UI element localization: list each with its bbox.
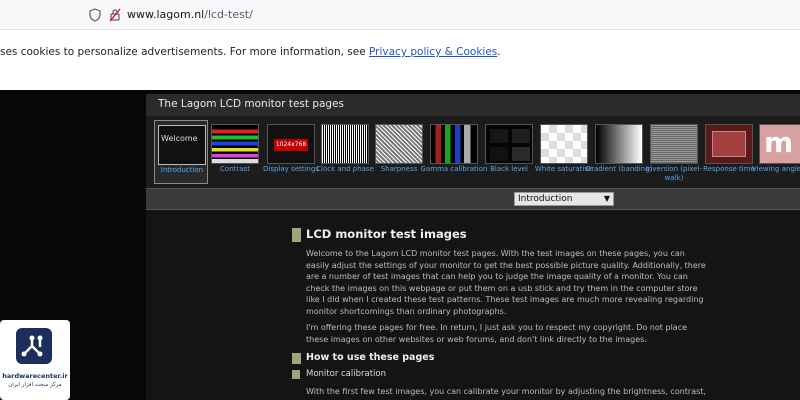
site-header: The Lagom LCD monitor test pages — [146, 94, 800, 116]
heading-how-to-use: How to use these pages — [292, 352, 434, 364]
page-body: The Lagom LCD monitor test pages Welcome… — [0, 90, 800, 400]
thumb-gamma-calibration[interactable]: Gamma calibration — [421, 120, 487, 184]
thumb-introduction[interactable]: Welcome Introduction — [154, 120, 208, 184]
thumb-black-level[interactable]: Black level — [482, 120, 536, 184]
thumb-text: m — [764, 126, 794, 159]
thumb-viewing-angle[interactable]: m Viewing angle — [752, 120, 800, 184]
copyright-paragraph: I'm offering these pages for free. In re… — [306, 323, 688, 344]
cookie-end: . — [497, 46, 501, 58]
thumb-white-saturation[interactable]: White saturation — [535, 120, 593, 184]
black-square — [512, 129, 530, 143]
thumb-image — [595, 124, 643, 164]
sub-sub-heading: Monitor calibration — [306, 369, 386, 379]
cookie-banner: ses cookies to personalize advertisement… — [0, 30, 800, 90]
insecure-lock-icon[interactable] — [109, 8, 121, 22]
heading-marker — [292, 353, 301, 364]
thumb-sharpness[interactable]: Sharpness — [372, 120, 426, 184]
main-content: LCD monitor test images Welcome to the L… — [292, 222, 706, 400]
site-title: The Lagom LCD monitor test pages — [158, 98, 345, 110]
calibration-paragraph: With the first few test images, you can … — [306, 387, 706, 396]
page-select[interactable]: Introduction ▼ — [514, 192, 614, 206]
thumb-image — [375, 124, 423, 164]
thumb-image — [650, 124, 698, 164]
thumb-display-settings[interactable]: 1024x768 Display settings — [263, 120, 319, 184]
site-container: The Lagom LCD monitor test pages Welcome… — [146, 94, 800, 400]
thumb-image — [211, 124, 259, 164]
url-host: www.lagom.nl — [127, 8, 205, 21]
thumb-label: Viewing angle — [752, 165, 800, 173]
heading-monitor-calibration: Monitor calibration — [292, 369, 386, 379]
thumb-image — [321, 124, 369, 164]
thumb-image — [705, 124, 753, 164]
response-square — [712, 131, 746, 157]
thumb-text: Welcome — [161, 134, 198, 143]
heading-marker — [292, 228, 301, 242]
url-path: /lcd-test/ — [204, 8, 253, 21]
heading-marker — [292, 370, 300, 379]
privacy-policy-link[interactable]: Privacy policy & Cookies — [369, 46, 497, 58]
watermark-subtitle: مرکز سخت افزار ایران — [8, 382, 62, 388]
sub-heading: How to use these pages — [306, 352, 435, 363]
circuit-logo-icon — [16, 328, 52, 364]
thumb-image: Welcome — [158, 125, 206, 165]
black-square — [490, 147, 508, 161]
watermark-name: hardwarecenter.ir — [2, 372, 68, 380]
chevron-down-icon: ▼ — [603, 194, 610, 203]
thumb-gradient[interactable]: Gradient (banding) — [586, 120, 652, 184]
thumb-inversion[interactable]: Inversion (pixel-walk) — [646, 120, 702, 184]
shield-icon[interactable] — [89, 8, 101, 22]
cookie-message: ses cookies to personalize advertisement… — [0, 46, 370, 58]
thumb-response-time[interactable]: Response time — [702, 120, 756, 184]
hardwarecenter-watermark: hardwarecenter.ir مرکز سخت افزار ایران — [0, 320, 70, 400]
heading-lcd-test: LCD monitor test images — [292, 227, 467, 242]
thumbnail-nav: Welcome Introduction Contrast 1024x768 D… — [146, 116, 800, 188]
black-square — [490, 129, 508, 143]
thumb-clock-and-phase[interactable]: Clock and phase — [316, 120, 374, 184]
thumb-contrast[interactable]: Contrast — [208, 120, 262, 184]
thumb-image: m — [759, 124, 800, 164]
url-text[interactable]: www.lagom.nl/lcd-test/ — [127, 8, 253, 21]
intro-paragraph: Welcome to the Lagom LCD monitor test pa… — [306, 249, 706, 316]
thumb-image — [540, 124, 588, 164]
thumb-text: 1024x768 — [274, 139, 308, 151]
thumb-image — [485, 124, 533, 164]
page-heading: LCD monitor test images — [306, 227, 467, 241]
browser-url-bar[interactable]: www.lagom.nl/lcd-test/ — [0, 0, 800, 30]
screen: www.lagom.nl/lcd-test/ ses cookies to pe… — [0, 0, 800, 400]
select-value: Introduction — [518, 194, 573, 204]
thumb-image — [430, 124, 478, 164]
black-square — [512, 147, 530, 161]
page-select-bar: Introduction ▼ — [146, 188, 800, 210]
thumb-image: 1024x768 — [267, 124, 315, 164]
cookie-text: ses cookies to personalize advertisement… — [0, 46, 501, 58]
